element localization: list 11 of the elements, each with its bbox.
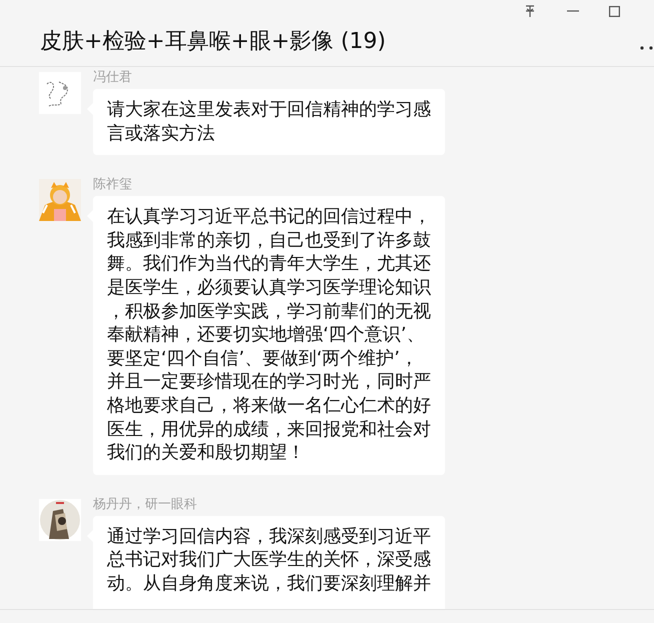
chat-title: 皮肤+检验+耳鼻喉+眼+影像 (19) [40, 28, 386, 56]
sender-name: 陈祚玺 [92, 177, 133, 194]
sender-name: 杨丹丹，研一眼科 [92, 496, 198, 513]
message-bubble: 在认真学习习近平总书记的回信过程中，我感到非常的亲切，自己也受到了许多鼓舞。我们作为当代的青年大学生，尤其还是医学生，必须要认真学习医学理论知识，积极参加医学实践，学习前辈们的无视奉献精神，还要切实地增强‘四个意识’、要坚定‘四个自信’、要做到‘两个维护’，并且一定要珍惜现在的学习时光，同时严格地要求自己，将来做一名仁心仁术的好医生，用优异的成绩，来回报党和社会对我们的关爱和殷切期望！ [93, 196, 445, 475]
message-bubble: 通过学习回信内容，我深刻感受到习近平总书记对我们广大医学生的关怀，深受感动。从自身角度来说，我们要深刻理解并 [93, 516, 445, 609]
minimize-icon[interactable] [567, 10, 579, 12]
pin-icon[interactable] [523, 4, 537, 18]
more-icon[interactable] [640, 46, 654, 50]
maximize-icon[interactable] [609, 6, 620, 16]
message-bubble: 请大家在这里发表对于回信精神的学习感言或落实方法 [93, 89, 445, 156]
sender-name: 冯仕君 [92, 70, 133, 86]
